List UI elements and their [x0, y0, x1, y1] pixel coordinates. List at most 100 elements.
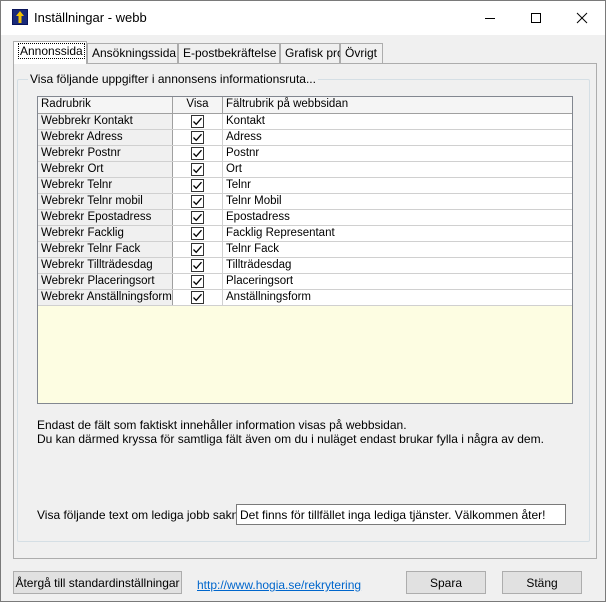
tab-ovrigt[interactable]: Övrigt [340, 43, 383, 63]
table-row[interactable]: Webrekr Facklig Facklig Representant [38, 226, 572, 242]
row-visa-cell [173, 210, 223, 225]
maximize-button[interactable] [513, 1, 559, 35]
visa-checkbox[interactable] [191, 243, 204, 256]
visa-checkbox[interactable] [191, 115, 204, 128]
row-rubrik-cell: Webrekr Telnr mobil [38, 194, 173, 209]
row-faltrubrik-cell[interactable]: Adress [223, 130, 572, 145]
row-faltrubrik-cell[interactable]: Telnr Fack [223, 242, 572, 257]
checkmark-icon [193, 181, 202, 190]
row-visa-cell [173, 274, 223, 289]
row-visa-cell [173, 178, 223, 193]
table-row[interactable]: Webrekr Epostadress Epostadress [38, 210, 572, 226]
row-faltrubrik-cell[interactable]: Postnr [223, 146, 572, 161]
checkmark-icon [193, 133, 202, 142]
row-faltrubrik-cell[interactable]: Facklig Representant [223, 226, 572, 241]
minimize-icon [485, 18, 495, 19]
window-title: Inställningar - webb [34, 10, 147, 25]
row-faltrubrik-cell[interactable]: Placeringsort [223, 274, 572, 289]
row-visa-cell [173, 146, 223, 161]
visa-checkbox[interactable] [191, 259, 204, 272]
visa-checkbox[interactable] [191, 195, 204, 208]
row-faltrubrik-cell[interactable]: Telnr Mobil [223, 194, 572, 209]
row-faltrubrik-cell[interactable]: Anställningsform [223, 290, 572, 305]
tab-grafisk-profil[interactable]: Grafisk profil [280, 43, 352, 63]
row-rubrik-cell: Webbrekr Kontakt [38, 114, 173, 129]
table-row[interactable]: Webrekr Ort Ort [38, 162, 572, 178]
visa-checkbox[interactable] [191, 211, 204, 224]
row-visa-cell [173, 290, 223, 305]
row-rubrik-cell: Webrekr Epostadress [38, 210, 173, 225]
checkmark-icon [193, 213, 202, 222]
hogia-rekrytering-link[interactable]: http://www.hogia.se/rekrytering [197, 578, 361, 592]
row-visa-cell [173, 114, 223, 129]
row-rubrik-cell: Webrekr Telnr [38, 178, 173, 193]
tab-annonssida[interactable]: Annonssida [13, 41, 87, 64]
settings-window: Inställningar - webb Annonssida Ansöknin… [0, 0, 606, 602]
table-row[interactable]: Webbrekr Kontakt Kontakt [38, 114, 572, 130]
table-row[interactable]: Webrekr Postnr Postnr [38, 146, 572, 162]
checkmark-icon [193, 245, 202, 254]
groupbox-legend: Visa följande uppgifter i annonsens info… [28, 72, 318, 86]
visa-checkbox[interactable] [191, 147, 204, 160]
close-dialog-button[interactable]: Stäng [502, 571, 582, 594]
checkmark-icon [193, 277, 202, 286]
row-rubrik-cell: Webrekr Facklig [38, 226, 173, 241]
column-header-faltrubrik[interactable]: Fältrubrik på webbsidan [223, 97, 572, 113]
checkmark-icon [193, 229, 202, 238]
visa-checkbox[interactable] [191, 131, 204, 144]
table-row[interactable]: Webrekr Telnr Telnr [38, 178, 572, 194]
visa-checkbox[interactable] [191, 227, 204, 240]
column-header-radrubrik[interactable]: Radrubrik [38, 97, 173, 113]
row-rubrik-cell: Webrekr Tillträdesdag [38, 258, 173, 273]
no-jobs-label: Visa följande text om lediga jobb saknas… [37, 508, 255, 522]
save-button[interactable]: Spara [406, 571, 486, 594]
row-rubrik-cell: Webrekr Postnr [38, 146, 173, 161]
checkmark-icon [193, 261, 202, 270]
row-rubrik-cell: Webrekr Placeringsort [38, 274, 173, 289]
table-row[interactable]: Webrekr Telnr mobil Telnr Mobil [38, 194, 572, 210]
checkmark-icon [193, 293, 202, 302]
fields-grid[interactable]: Radrubrik Visa Fältrubrik på webbsidan W… [37, 96, 573, 404]
visa-checkbox[interactable] [191, 163, 204, 176]
close-icon [576, 12, 588, 24]
row-visa-cell [173, 226, 223, 241]
column-header-visa[interactable]: Visa [173, 97, 223, 113]
reset-defaults-button[interactable]: Återgå till standardinställningar [13, 571, 182, 594]
checkmark-icon [193, 149, 202, 158]
checkmark-icon [193, 117, 202, 126]
maximize-icon [531, 13, 541, 23]
tab-ansokningssida[interactable]: Ansökningssida [87, 43, 178, 63]
grid-header: Radrubrik Visa Fältrubrik på webbsidan [38, 97, 572, 114]
row-rubrik-cell: Webrekr Ort [38, 162, 173, 177]
table-row[interactable]: Webrekr Anställningsform Anställningsform [38, 290, 572, 306]
row-faltrubrik-cell[interactable]: Ort [223, 162, 572, 177]
row-faltrubrik-cell[interactable]: Tillträdesdag [223, 258, 572, 273]
row-rubrik-cell: Webrekr Anställningsform [38, 290, 173, 305]
row-rubrik-cell: Webrekr Adress [38, 130, 173, 145]
info-text-line-1: Endast de fält som faktiskt innehåller i… [37, 418, 407, 432]
row-rubrik-cell: Webrekr Telnr Fack [38, 242, 173, 257]
visa-checkbox[interactable] [191, 275, 204, 288]
table-row[interactable]: Webrekr Placeringsort Placeringsort [38, 274, 572, 290]
table-row[interactable]: Webrekr Tillträdesdag Tillträdesdag [38, 258, 572, 274]
close-button[interactable] [559, 1, 605, 35]
row-visa-cell [173, 162, 223, 177]
checkmark-icon [193, 165, 202, 174]
checkmark-icon [193, 197, 202, 206]
title-bar[interactable]: Inställningar - webb [1, 1, 605, 35]
row-faltrubrik-cell[interactable]: Telnr [223, 178, 572, 193]
row-faltrubrik-cell[interactable]: Epostadress [223, 210, 572, 225]
row-faltrubrik-cell[interactable]: Kontakt [223, 114, 572, 129]
table-row[interactable]: Webrekr Adress Adress [38, 130, 572, 146]
no-jobs-text-input[interactable] [236, 504, 566, 525]
row-visa-cell [173, 242, 223, 257]
visa-checkbox[interactable] [191, 291, 204, 304]
table-row[interactable]: Webrekr Telnr Fack Telnr Fack [38, 242, 572, 258]
tab-epostbekraftelse[interactable]: E-postbekräftelse [178, 43, 280, 63]
row-visa-cell [173, 130, 223, 145]
info-text-line-2: Du kan därmed kryssa för samtliga fält ä… [37, 432, 544, 446]
visa-checkbox[interactable] [191, 179, 204, 192]
row-visa-cell [173, 258, 223, 273]
row-visa-cell [173, 194, 223, 209]
minimize-button[interactable] [467, 1, 513, 35]
